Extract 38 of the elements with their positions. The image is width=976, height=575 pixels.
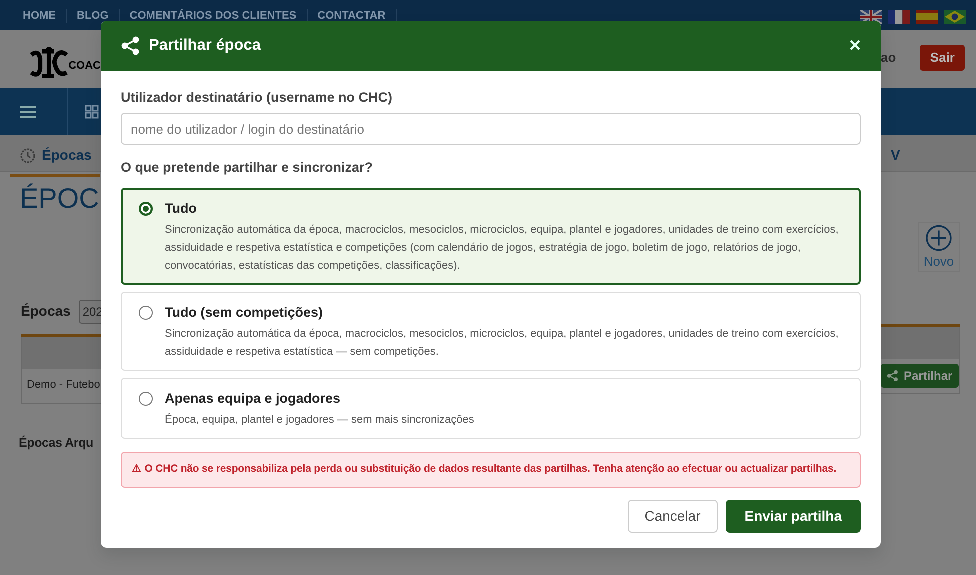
top-nav-link[interactable]: HOME [0,9,67,23]
share-icon [887,370,899,382]
recipient-input-field[interactable]: nome do utilizador / login do destinatário [121,113,861,146]
recipient-label: Utilizador destinatário (username no CHC) [121,89,394,107]
send-button[interactable]: Enviar partilha [726,500,861,533]
option-card[interactable] [121,188,861,285]
option-title: Tudo [165,200,198,218]
share-icon [121,36,141,56]
seasons-label: Épocas [21,302,71,322]
dialog-title: Partilhar época [149,36,261,56]
table-cell-text: Demo - Futebo [26,378,100,394]
logout-button[interactable]: Sair [920,45,965,71]
share-button[interactable]: Partilhar [881,364,959,388]
menu-icon[interactable] [20,106,36,118]
radio-button[interactable] [139,202,153,216]
warning-alert: ⚠ O CHC não se responsabiliza pela perda ou substituição de dados resultante das partilhas. Tenha atenção ao efectuar ou actualizar partilhas. [121,452,861,488]
radio-button[interactable] [139,306,153,320]
flag-icon[interactable] [944,10,966,24]
tab[interactable]: V [881,135,908,177]
option-title: Tudo (sem competições) [165,304,324,322]
logo-text: COAC [68,58,101,74]
option-description: Sincronização automática da época, macrociclos, mesociclos, microciclos, equipa, plantel e jogadores, unidades de treino com exercícios, assiduidade e respetiva estatística e competições (com calendário de jogos, estratégia de jogo, boletim de jogo, relatórios de jogo, convocatórias, estatísticas das competições, classificações). [165,222,840,274]
cancel-button[interactable]: Cancelar [628,500,718,533]
option-description: Época, equipa, plantel e jogadores — sem mais sincronizações [165,412,476,428]
clock-icon [20,148,36,164]
option-title: Apenas equipa e jogadores [165,390,342,408]
option-description: Sincronização automática da época, macrociclos, mesociclos, microciclos, equipa, plantel e jogadores, unidades de treino com exercícios, assiduidade e respetiva estatística — sem competições. [165,327,840,360]
options-label: O que pretende partilhar e sincronizar? [121,159,374,178]
radio-button[interactable] [139,392,153,406]
option-card[interactable]: Apenas equipa e jogadores Época, equipa, plantel e jogadores — sem mais sincronizações [121,378,861,440]
plus-circle-icon [923,225,955,252]
close-button[interactable]: × [849,36,861,56]
grid-icon[interactable] [85,104,99,118]
flag-icon[interactable] [888,10,910,24]
flag-icon[interactable] [916,10,938,24]
user-name-text: ao [881,49,896,68]
archived-seasons-heading: Épocas Arqu [19,434,94,452]
page-heading: ÉPOC [20,182,100,216]
